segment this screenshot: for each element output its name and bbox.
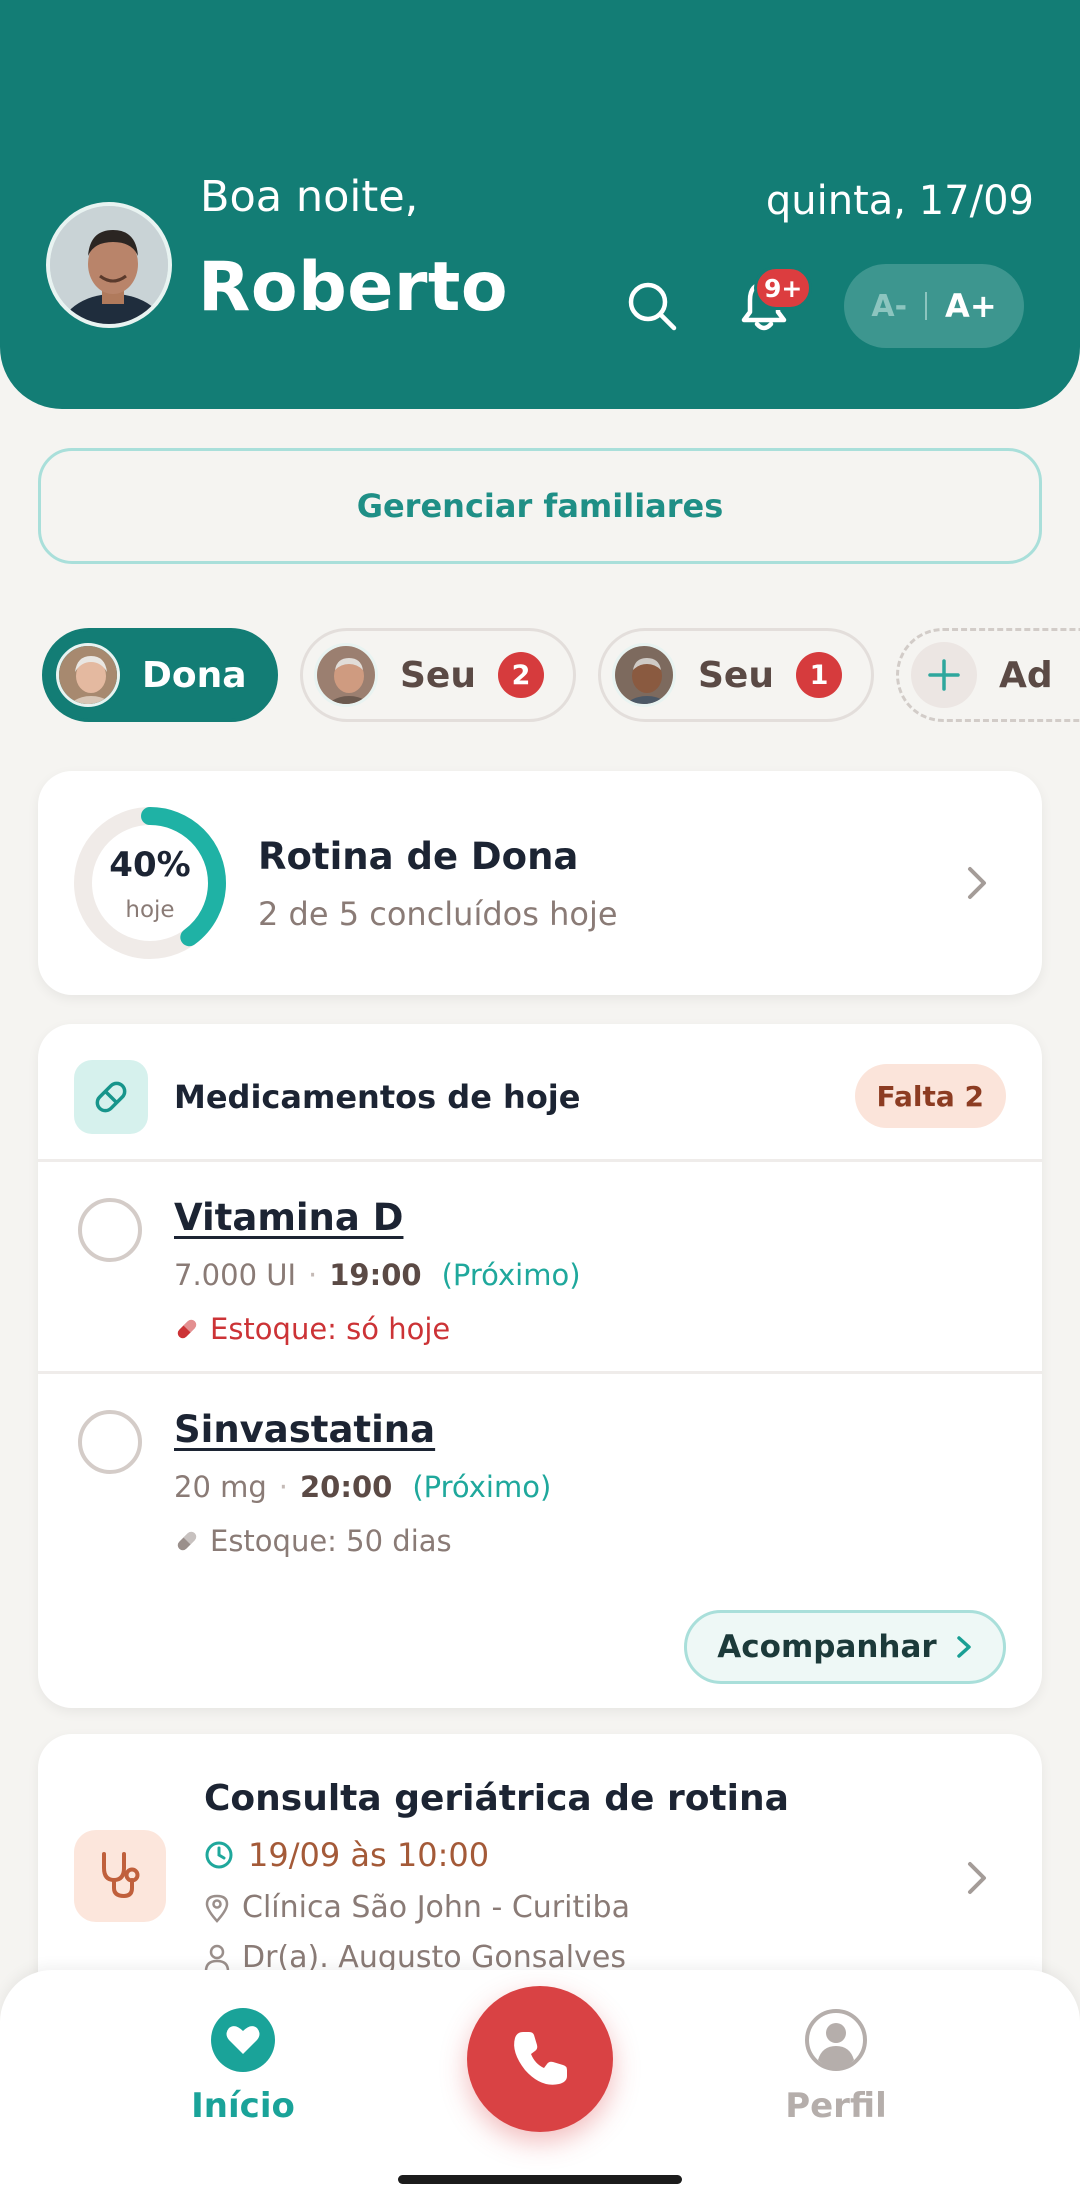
pill-icon: [74, 1060, 148, 1134]
add-family-chip[interactable]: Ad: [896, 628, 1080, 722]
medication-name[interactable]: Sinvastatina: [174, 1408, 435, 1451]
heart-icon: [211, 2008, 275, 2072]
medications-header: Medicamentos de hoje Falta 2: [38, 1024, 1042, 1162]
medication-time: 20:00: [300, 1470, 393, 1504]
separator-dot: ·: [308, 1258, 318, 1292]
progress-sub-label: hoje: [125, 897, 175, 923]
emergency-call-button[interactable]: [467, 1986, 613, 2132]
follow-button[interactable]: Acompanhar: [684, 1610, 1006, 1684]
appointment-datetime-text: 19/09 às 10:00: [248, 1836, 490, 1874]
font-decrease-button[interactable]: A-: [871, 289, 907, 324]
chevron-right-icon: [968, 1862, 986, 1894]
current-date: quinta, 17/09: [765, 178, 1034, 224]
nav-home[interactable]: Início: [183, 2008, 303, 2126]
chevron-right-icon: [956, 1636, 971, 1658]
medication-time: 19:00: [329, 1258, 422, 1292]
medication-next-tag: (Próximo): [412, 1470, 552, 1504]
medication-stock: Estoque: 50 dias: [174, 1524, 452, 1558]
notification-badge: 9+: [754, 266, 813, 310]
nav-home-label: Início: [191, 2086, 295, 2126]
family-avatar: [56, 643, 120, 707]
profile-icon: [805, 2009, 867, 2071]
remaining-badge: Falta 2: [854, 1064, 1006, 1128]
separator-dot: ·: [278, 1470, 288, 1504]
medication-checkbox[interactable]: [78, 1410, 142, 1474]
medication-next-tag: (Próximo): [441, 1258, 581, 1292]
chevron-right-icon: [968, 867, 986, 899]
user-name: Roberto: [198, 248, 509, 327]
phone-icon: [514, 2032, 567, 2085]
medications-title: Medicamentos de hoje: [174, 1078, 581, 1116]
routine-title: Rotina de Dona: [258, 835, 579, 878]
manage-family-button[interactable]: Gerenciar familiares: [38, 448, 1042, 564]
appointment-location-text: Clínica São John - Curitiba: [242, 1890, 630, 1925]
family-chip-dona[interactable]: Dona: [42, 628, 278, 722]
medication-checkbox[interactable]: [78, 1198, 142, 1262]
home-indicator: [398, 2175, 682, 2184]
medications-card: Medicamentos de hoje Falta 2 Vitamina D …: [38, 1024, 1042, 1708]
routine-subtitle: 2 de 5 concluídos hoje: [258, 895, 618, 933]
medication-item: Vitamina D 7.000 UI · 19:00 (Próximo) Es…: [38, 1162, 1042, 1374]
medication-stock-text: Estoque: só hoje: [210, 1312, 451, 1346]
family-chip-label: Dona: [142, 654, 247, 696]
nav-profile-label: Perfil: [785, 2086, 887, 2126]
medication-name[interactable]: Vitamina D: [174, 1196, 403, 1239]
progress-percent: 40%: [109, 845, 191, 885]
family-chip-seu-1[interactable]: Seu 2: [300, 628, 576, 722]
stethoscope-icon: [74, 1830, 166, 1922]
appointment-title: Consulta geriátrica de rotina: [204, 1778, 789, 1819]
routine-card[interactable]: 40% hoje Rotina de Dona 2 de 5 concluído…: [38, 771, 1042, 995]
location-pin-icon: [205, 1894, 229, 1923]
font-toggle-divider: [925, 292, 928, 320]
person-icon: [204, 1944, 230, 1971]
appointment-location: Clínica São John - Curitiba: [204, 1890, 630, 1925]
family-chip-label: Seu: [698, 654, 774, 696]
medication-details: 20 mg · 20:00 (Próximo): [174, 1470, 551, 1504]
appointment-datetime: 19/09 às 10:00: [204, 1836, 489, 1874]
font-size-toggle: A- A+: [844, 264, 1024, 348]
medication-dose: 7.000 UI: [174, 1258, 297, 1292]
plus-icon: [911, 642, 977, 708]
family-chip-seu-2[interactable]: Seu 1: [598, 628, 874, 722]
user-avatar[interactable]: [46, 202, 172, 328]
pill-icon: [177, 1529, 199, 1551]
clock-icon: [205, 1841, 233, 1869]
follow-button-label: Acompanhar: [717, 1629, 937, 1665]
medication-stock-text: Estoque: 50 dias: [210, 1524, 452, 1558]
medication-dose: 20 mg: [174, 1470, 267, 1504]
family-avatar: [314, 643, 378, 707]
family-chip-label: Seu: [400, 654, 476, 696]
pill-icon: [177, 1317, 199, 1339]
family-chip-badge: 1: [795, 652, 842, 698]
greeting: Boa noite,: [200, 172, 419, 222]
medication-stock: Estoque: só hoje: [174, 1312, 450, 1346]
header: Boa noite, Roberto quinta, 17/09 9+ A- A…: [0, 0, 1080, 409]
family-chip-badge: 2: [497, 652, 544, 698]
medication-details: 7.000 UI · 19:00 (Próximo): [174, 1258, 581, 1292]
medication-item: Sinvastatina 20 mg · 20:00 (Próximo) Est…: [38, 1374, 1042, 1586]
family-chips: Dona Seu 2 Seu 1 Ad: [0, 628, 1080, 724]
search-icon[interactable]: [622, 276, 682, 336]
family-avatar: [612, 643, 676, 707]
font-increase-button[interactable]: A+: [945, 287, 997, 325]
nav-profile[interactable]: Perfil: [776, 2008, 896, 2126]
add-family-label: Ad: [999, 654, 1053, 696]
